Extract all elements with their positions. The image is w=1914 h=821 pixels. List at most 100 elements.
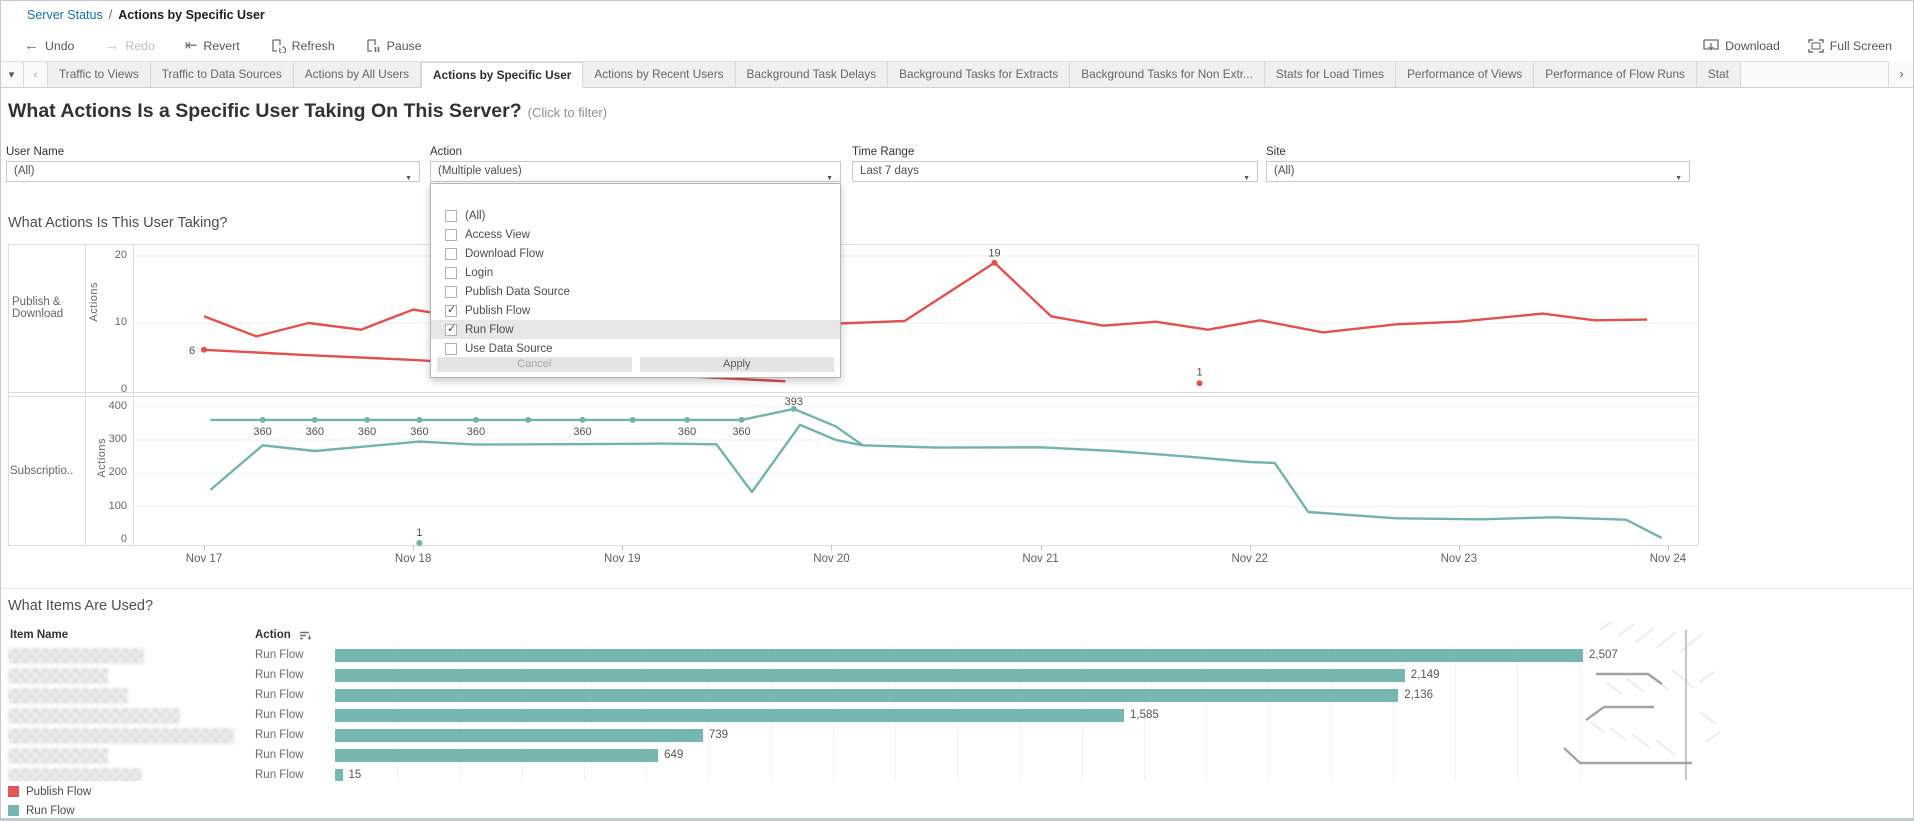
action-filter-menu: (All) Access View Download Flow Login Publis… [430, 183, 841, 378]
tab-performance-of-flow-runs[interactable]: Performance of Flow Runs [1534, 62, 1697, 88]
item-name-redacted [8, 668, 108, 684]
checkbox-use-data-source[interactable] [445, 342, 457, 355]
menu-item-all[interactable]: (All) [431, 206, 840, 225]
data-point-label: 1 [1196, 366, 1202, 378]
checkbox-access-view[interactable] [445, 228, 457, 241]
menu-item-download-flow[interactable]: Download Flow [431, 244, 840, 263]
bar-2-149[interactable] [335, 669, 1405, 682]
checkbox-download-flow[interactable] [445, 247, 457, 260]
download-button[interactable]: Download [1703, 39, 1780, 53]
item-name-redacted [8, 688, 128, 704]
redo-button[interactable]: → Redo [104, 38, 154, 53]
x-axis-label-nov-21: Nov 21 [1022, 553, 1059, 565]
sort-icon[interactable] [299, 631, 311, 642]
x-tick-mark [204, 545, 205, 551]
tab-stats-for-load-times[interactable]: Stats for Load Times [1264, 62, 1397, 88]
legend-item-run-flow[interactable]: Run Flow [8, 801, 91, 820]
undo-button[interactable]: ← Undo [24, 38, 74, 53]
x-tick-mark [1249, 545, 1251, 551]
tab-background-tasks-for-non-extr[interactable]: Background Tasks for Non Extr... [1070, 62, 1265, 88]
sheet-list-caret-icon[interactable]: ▾ [0, 62, 24, 88]
x-axis-label-nov-22: Nov 22 [1231, 553, 1268, 565]
data-point-marker[interactable] [684, 416, 691, 423]
menu-item-access-view[interactable]: Access View [431, 225, 840, 244]
data-point-marker[interactable] [991, 259, 998, 266]
item-name-column-header[interactable]: Item Name [10, 629, 68, 641]
data-point-marker[interactable] [738, 416, 745, 423]
tab-traffic-to-views[interactable]: Traffic to Views [48, 62, 151, 88]
revert-button[interactable]: ⇤ Revert [185, 38, 240, 53]
menu-item-label: Run Flow [465, 323, 514, 336]
refresh-button[interactable]: Refresh [270, 39, 335, 53]
line-series-publish-flow[interactable] [203, 261, 1648, 338]
checkbox-publish-flow[interactable]: ✓ [445, 304, 457, 317]
y-tick-label: 0 [120, 533, 127, 545]
checkbox-publish-data-source[interactable] [445, 285, 457, 298]
data-point-marker[interactable] [579, 416, 586, 423]
bar-value-label: 649 [664, 749, 684, 761]
action-column-header[interactable]: Action [255, 629, 291, 641]
data-point-marker[interactable] [416, 540, 423, 546]
checkbox-all[interactable] [445, 209, 457, 222]
full-screen-button[interactable]: Full Screen [1808, 39, 1892, 53]
cancel-button[interactable]: Cancel [437, 357, 632, 372]
menu-item-publish-data-source[interactable]: Publish Data Source [431, 282, 840, 301]
tab-background-task-delays[interactable]: Background Task Delays [735, 62, 889, 88]
scroll-tabs-right-icon[interactable]: › [1888, 61, 1914, 88]
data-point-marker[interactable] [1196, 380, 1203, 387]
y-tick-label: 300 [108, 432, 127, 445]
x-tick-mark [1458, 545, 1460, 551]
bar-649[interactable] [335, 749, 659, 762]
tab-traffic-to-data-sources[interactable]: Traffic to Data Sources [150, 62, 294, 88]
tab-performance-of-views[interactable]: Performance of Views [1396, 62, 1535, 88]
x-tick-mark [1667, 545, 1669, 551]
data-point-marker[interactable] [472, 416, 479, 423]
bar-2-136[interactable] [335, 689, 1399, 702]
chart1-bottom-border [8, 392, 1698, 393]
filter-select-user-name[interactable]: (All) ▼ [6, 161, 420, 182]
menu-item-login[interactable]: Login [431, 263, 840, 282]
data-point-label: 360 [410, 426, 428, 438]
page-title[interactable]: What Actions Is a Specific User Taking O… [8, 100, 607, 123]
data-point-marker[interactable] [364, 416, 371, 423]
bar-2-507[interactable] [335, 649, 1583, 662]
filter-select-site[interactable]: (All) ▼ [1266, 161, 1690, 182]
data-point-marker[interactable] [629, 416, 636, 423]
subscriptions-line-chart[interactable]: 360 360 360 360 360 360 360 360 393 1 [133, 396, 1698, 546]
filter-select-time-range[interactable]: Last 7 days ▼ [852, 161, 1258, 182]
data-point-marker[interactable] [201, 346, 207, 353]
menu-item-publish-flow[interactable]: ✓ Publish Flow [431, 301, 840, 320]
data-point-marker[interactable] [311, 416, 318, 423]
x-axis-label-nov-17: Nov 17 [185, 553, 223, 565]
y-tick-label: 0 [120, 383, 127, 395]
checkbox-run-flow[interactable]: ✓ [445, 323, 457, 336]
tab-stat[interactable]: Stat [1696, 62, 1741, 88]
legend-item-publish-flow[interactable]: Publish Flow [8, 782, 91, 801]
action-cell: Run Flow [255, 709, 304, 721]
checkbox-login[interactable] [445, 266, 457, 279]
tab-actions-by-specific-user[interactable]: Actions by Specific User [421, 62, 584, 88]
menu-item-run-flow[interactable]: ✓ Run Flow [431, 320, 840, 339]
menu-item-use-data-source[interactable]: Use Data Source [431, 339, 840, 358]
scroll-tabs-left-icon[interactable]: ‹ [24, 62, 48, 88]
tab-background-tasks-for-extracts[interactable]: Background Tasks for Extracts [888, 62, 1071, 88]
filter-select-action[interactable]: (Multiple values) ▼ [430, 161, 841, 182]
item-name-redacted [8, 728, 234, 744]
data-point-label: 19 [988, 248, 1000, 260]
data-point-label: 6 [189, 345, 195, 357]
publish-download-line-chart[interactable]: 1961 [133, 248, 1698, 392]
pause-button[interactable]: Pause [365, 39, 422, 53]
breadcrumb-server-status-link[interactable]: Server Status [27, 8, 103, 22]
data-point-marker[interactable] [416, 416, 423, 423]
chevron-down-icon: ▼ [826, 175, 833, 182]
item-name-redacted [8, 708, 180, 724]
bar-1-585[interactable] [335, 709, 1124, 722]
data-point-marker[interactable] [525, 416, 532, 423]
x-axis-label-nov-20: Nov 20 [813, 553, 850, 565]
tab-actions-by-all-users[interactable]: Actions by All Users [293, 62, 422, 88]
bar-15[interactable] [335, 769, 343, 781]
bar-739[interactable] [335, 729, 703, 742]
tab-actions-by-recent-users[interactable]: Actions by Recent Users [583, 62, 736, 88]
apply-button[interactable]: Apply [639, 357, 834, 372]
data-point-marker[interactable] [259, 416, 266, 423]
